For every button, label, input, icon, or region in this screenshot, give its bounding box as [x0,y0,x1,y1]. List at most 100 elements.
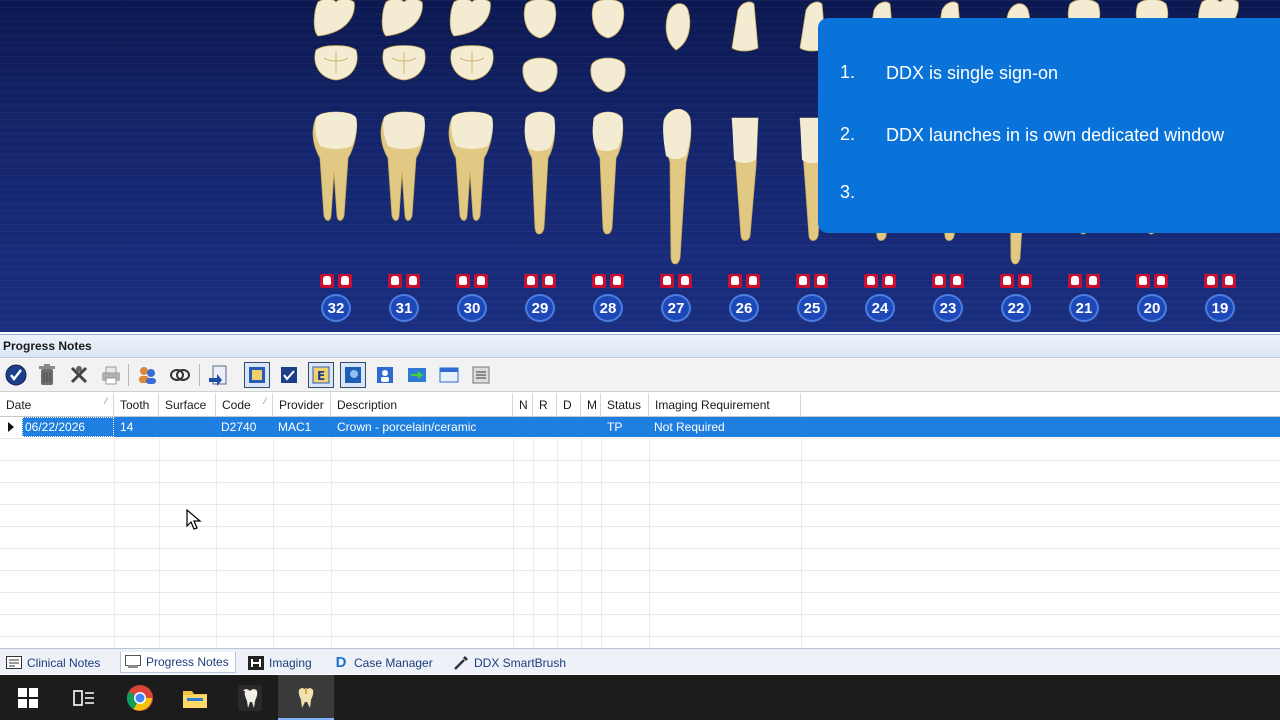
tooth-27[interactable]: 27 [642,0,710,332]
row-selector[interactable] [0,417,22,437]
transfer-icon[interactable] [404,362,430,388]
window-icon[interactable] [436,362,462,388]
tooth-mini-icon [542,274,556,288]
imaging-icon [248,655,264,670]
cell-tooth[interactable]: 14 [120,420,133,434]
tooth-number[interactable]: 19 [1205,294,1235,322]
tooth-status-badges[interactable] [728,274,762,290]
column-header-status[interactable]: Status [601,393,649,417]
file-explorer-icon[interactable] [167,675,223,720]
tab-imaging[interactable]: Imaging [244,652,318,673]
tooth-graphic-icon [590,0,626,235]
tooth-status-badges[interactable] [320,274,354,290]
tab-ddx-smartbrush[interactable]: DDX SmartBrush [449,652,572,673]
column-label: D [563,398,572,412]
tooth-status-badges[interactable] [1136,274,1170,290]
notes-icon[interactable] [244,362,270,388]
cell-code[interactable]: D2740 [221,420,256,434]
tooth-status-badges[interactable] [864,274,898,290]
tooth-status-badges[interactable] [592,274,626,290]
image-doc-icon[interactable] [340,362,366,388]
person-doc-icon[interactable] [372,362,398,388]
tooth-status-badges[interactable] [1000,274,1034,290]
column-header-description[interactable]: Description [331,393,513,417]
check-doc-icon[interactable] [276,362,302,388]
tab-clinical-notes[interactable]: Clinical Notes [2,652,106,673]
column-label: Provider [279,398,324,412]
column-header-tooth[interactable]: Tooth [114,393,159,417]
tooth-number[interactable]: 31 [389,294,419,322]
grid-body [0,417,1280,648]
tooth-number[interactable]: 22 [1001,294,1031,322]
cell-date[interactable]: 06/22/2026 [25,420,85,434]
column-header-m[interactable]: M [581,393,601,417]
tooth-mini-icon [474,274,488,288]
tooth-status-badges[interactable] [660,274,694,290]
tooth-number[interactable]: 20 [1137,294,1167,322]
tab-case-manager[interactable]: D Case Manager [329,652,439,673]
windows-start-icon[interactable] [0,675,56,720]
tooth-graphic-icon [448,0,494,221]
cell-description[interactable]: Crown - porcelain/ceramic [337,420,476,434]
dental-app-active-icon[interactable] [278,675,334,720]
progress-notes-toolbar: E [0,359,1280,392]
column-header-r[interactable]: R [533,393,557,417]
notes-grid-icon [6,656,22,670]
task-view-icon[interactable] [56,675,112,720]
tooth-number[interactable]: 21 [1069,294,1099,322]
column-header-provider[interactable]: Provider [273,393,331,417]
tooth-number[interactable]: 29 [525,294,555,322]
tooth-number[interactable]: 28 [593,294,623,322]
mouse-cursor-icon [186,508,202,531]
document-arrow-icon[interactable] [205,362,231,388]
tooth-number[interactable]: 27 [661,294,691,322]
tooth-number[interactable]: 30 [457,294,487,322]
tooth-status-badges[interactable] [456,274,490,290]
callout-item-text: DDX launches in is own dedicated window [886,125,1225,145]
tooth-status-badges[interactable] [796,274,830,290]
chrome-icon[interactable] [112,675,168,720]
tooth-status-badges[interactable] [1204,274,1238,290]
tooth-status-badges[interactable] [932,274,966,290]
tooth-32[interactable]: 32 [302,0,370,332]
tooth-status-badges[interactable] [524,274,558,290]
tooth-number[interactable]: 23 [933,294,963,322]
column-header-imaging-requirement[interactable]: Imaging Requirement [649,393,801,417]
callout-item-text: DDX is single sign-on [886,63,1059,83]
tooth-28[interactable]: 28 [574,0,642,332]
column-header-date[interactable]: Date ⁄ [0,393,114,417]
tooth-29[interactable]: 29 [506,0,574,332]
users-icon[interactable] [134,362,160,388]
column-label: Date [6,398,32,412]
tooth-status-badges[interactable] [388,274,422,290]
tooth-30[interactable]: 30 [438,0,506,332]
check-icon[interactable] [3,362,29,388]
cell-imaging-requirement[interactable]: Not Required [654,420,725,434]
tooth-status-badges[interactable] [1068,274,1102,290]
tools-icon[interactable] [66,362,92,388]
cell-status[interactable]: TP [607,420,622,434]
progress-notes-icon [125,655,141,669]
tooth-mini-icon [592,274,606,288]
tooth-number[interactable]: 24 [865,294,895,322]
tooth-number[interactable]: 25 [797,294,827,322]
tooth-number[interactable]: 32 [321,294,351,322]
dental-app-icon[interactable] [222,675,278,720]
tooth-26[interactable]: 26 [710,0,778,332]
table-row[interactable]: 06/22/2026 14 D2740 MAC1 Crown - porcela… [0,417,1280,437]
tab-progress-notes[interactable]: Progress Notes [120,652,236,673]
column-header-code[interactable]: Code ⁄ [216,393,273,417]
tooth-number[interactable]: 26 [729,294,759,322]
column-header-n[interactable]: N [513,393,533,417]
tooth-31[interactable]: 31 [370,0,438,332]
trash-icon[interactable] [34,362,60,388]
column-header-surface[interactable]: Surface [159,393,216,417]
tooth-mini-icon [882,274,896,288]
e-doc-icon[interactable]: E [308,362,334,388]
chain-icon[interactable] [167,362,193,388]
list-icon[interactable] [468,362,494,388]
cell-provider[interactable]: MAC1 [278,420,311,434]
printer-icon[interactable] [98,362,124,388]
tooth-graphic-icon [731,1,759,241]
column-header-d[interactable]: D [557,393,581,417]
